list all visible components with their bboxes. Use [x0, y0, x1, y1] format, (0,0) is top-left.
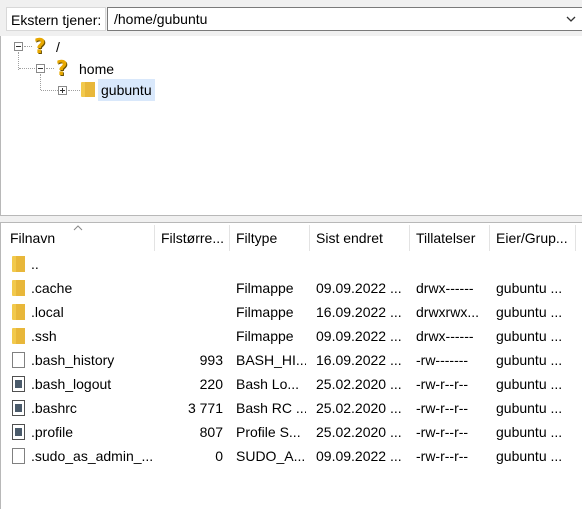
- remote-path-bar: Ekstern tjener: /home/gubuntu: [0, 0, 582, 36]
- row-filesize: 3 771: [187, 400, 223, 416]
- row-permissions: -rw-r--r--: [416, 376, 469, 392]
- row-owner-group: gubuntu ...: [496, 400, 563, 416]
- row-filesize: [155, 276, 223, 300]
- remote-directory-tree[interactable]: ? / ? home gubuntu: [0, 36, 582, 216]
- row-filesize: 0: [215, 448, 223, 464]
- column-header-owner-group[interactable]: Eier/Grup...: [490, 223, 576, 253]
- row-owner-group: gubuntu ...: [496, 352, 563, 368]
- file-list-row[interactable]: .cache Filmappe 09.09.2022 ... drwx------ gu…: [1, 276, 582, 300]
- row-filetype: [236, 252, 306, 276]
- row-filetype: Profile S...: [236, 424, 301, 440]
- column-header-filetype[interactable]: Filtype: [230, 223, 309, 253]
- folder-icon: [12, 328, 25, 344]
- row-filetype: Bash Lo...: [236, 376, 300, 392]
- row-owner-group: gubuntu ...: [496, 376, 563, 392]
- column-header-filename[interactable]: Filnavn: [4, 223, 154, 253]
- folder-icon: [81, 82, 95, 97]
- file-list-row[interactable]: .local Filmappe 16.09.2022 ... drwxrwx... gu…: [1, 300, 582, 324]
- file-icon: [12, 352, 25, 368]
- row-owner-group: gubuntu ...: [496, 424, 563, 440]
- file-list-header: Filnavn Filstørre... Filtype Sist endret…: [1, 223, 582, 253]
- row-owner-group: gubuntu ...: [496, 328, 563, 344]
- tree-item-gubuntu[interactable]: gubuntu: [98, 79, 155, 101]
- row-filesize: [155, 300, 223, 324]
- script-file-icon: [12, 400, 25, 416]
- row-last-modified: 09.09.2022 ...: [316, 280, 402, 296]
- row-last-modified: 16.09.2022 ...: [316, 352, 402, 368]
- file-list-row[interactable]: .ssh Filmappe 09.09.2022 ... drwx------ gubu…: [1, 324, 582, 348]
- row-permissions: -rw-r--r--: [416, 448, 469, 464]
- row-last-modified: 09.09.2022 ...: [316, 328, 402, 344]
- file-list-row[interactable]: ..: [1, 252, 582, 276]
- row-permissions: drwx------: [416, 280, 474, 296]
- collapse-root-icon[interactable]: [14, 42, 23, 51]
- row-permissions: -rw-r--r--: [416, 424, 469, 440]
- unknown-folder-icon: ?: [56, 56, 68, 80]
- row-last-modified: 25.02.2020 ...: [316, 376, 402, 392]
- row-filename[interactable]: .local: [31, 300, 153, 324]
- row-owner-group: gubuntu ...: [496, 280, 563, 296]
- row-filetype: Filmappe: [236, 304, 294, 320]
- collapse-home-icon[interactable]: [36, 64, 45, 73]
- remote-file-list[interactable]: Filnavn Filstørre... Filtype Sist endret…: [0, 222, 582, 509]
- row-filesize: 220: [199, 376, 223, 392]
- remote-path-value[interactable]: /home/gubuntu: [114, 8, 207, 30]
- tree-item-root[interactable]: /: [56, 37, 60, 57]
- file-list-row[interactable]: .bashrc 3 771 Bash RC ... 25.02.2020 ... -rw…: [1, 396, 582, 420]
- row-filename[interactable]: .bash_logout: [31, 372, 153, 396]
- row-filename[interactable]: .ssh: [31, 324, 153, 348]
- file-list-row[interactable]: .bash_logout 220 Bash Lo... 25.02.2020 ... -…: [1, 372, 582, 396]
- row-filetype: SUDO_A...: [236, 448, 306, 464]
- file-icon: [12, 448, 25, 464]
- column-header-permissions[interactable]: Tillatelser: [410, 223, 489, 253]
- row-filetype: Filmappe: [236, 280, 294, 296]
- folder-icon: [12, 280, 25, 296]
- row-filename[interactable]: .profile: [31, 420, 153, 444]
- unknown-folder-icon: ?: [34, 34, 46, 58]
- column-header-filesize[interactable]: Filstørre...: [155, 223, 229, 253]
- row-filename[interactable]: .bash_history: [31, 348, 153, 372]
- row-owner-group: gubuntu ...: [496, 448, 563, 464]
- script-file-icon: [12, 424, 25, 440]
- row-last-modified: 16.09.2022 ...: [316, 304, 402, 320]
- row-owner-group: [496, 252, 576, 276]
- row-last-modified: 25.02.2020 ...: [316, 424, 402, 440]
- row-permissions: [416, 252, 488, 276]
- row-filetype: Filmappe: [236, 328, 294, 344]
- row-filetype: BASH_HI...: [236, 352, 306, 368]
- row-last-modified: [316, 252, 408, 276]
- chevron-down-icon[interactable]: [564, 11, 578, 27]
- row-permissions: drwx------: [416, 328, 474, 344]
- row-last-modified: 25.02.2020 ...: [316, 400, 402, 416]
- folder-icon: [12, 304, 25, 320]
- remote-site-label: Ekstern tjener:: [6, 7, 107, 31]
- folder-icon: [12, 256, 25, 272]
- tree-item-home[interactable]: home: [79, 58, 114, 80]
- row-filename[interactable]: .bashrc: [31, 396, 153, 420]
- row-filesize: [155, 252, 223, 276]
- file-list-row[interactable]: .profile 807 Profile S... 25.02.2020 ... -rw…: [1, 420, 582, 444]
- row-permissions: -rw-r--r--: [416, 400, 469, 416]
- file-list-row[interactable]: .sudo_as_admin_... 0 SUDO_A... 09.09.2022 .…: [1, 444, 582, 468]
- expand-gubuntu-icon[interactable]: [58, 86, 67, 95]
- row-filename[interactable]: .cache: [31, 276, 153, 300]
- row-filesize: [155, 324, 223, 348]
- file-list-row[interactable]: .bash_history 993 BASH_HI... 16.09.2022 ...…: [1, 348, 582, 372]
- row-permissions: drwxrwx...: [416, 304, 479, 320]
- script-file-icon: [12, 376, 25, 392]
- row-filename[interactable]: .sudo_as_admin_...: [31, 444, 153, 468]
- column-header-last-modified[interactable]: Sist endret: [310, 223, 409, 253]
- row-filetype: Bash RC ...: [236, 400, 306, 416]
- row-last-modified: 09.09.2022 ...: [316, 448, 402, 464]
- row-permissions: -rw-------: [416, 352, 469, 368]
- row-filesize: 993: [199, 352, 223, 368]
- row-filesize: 807: [199, 424, 223, 440]
- row-owner-group: gubuntu ...: [496, 304, 563, 320]
- remote-path-combobox[interactable]: /home/gubuntu: [107, 7, 582, 31]
- row-filename[interactable]: ..: [31, 252, 153, 276]
